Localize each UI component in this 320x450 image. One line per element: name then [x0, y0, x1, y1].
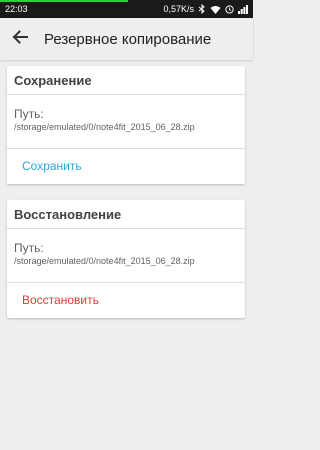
- backup-path-value: /storage/emulated/0/note4fit_2015_06_28.…: [14, 122, 195, 132]
- restore-card: Восстановление Путь: /storage/emulated/0…: [7, 200, 245, 318]
- status-time: 22:03: [5, 4, 28, 14]
- status-icons: 0,57K/s: [163, 4, 248, 14]
- arrow-back-icon: [12, 29, 28, 49]
- status-bar: 22:03 0,57K/s: [0, 0, 253, 18]
- app-bar: Резервное копирование: [0, 18, 253, 60]
- save-button[interactable]: Сохранить: [7, 149, 245, 182]
- bluetooth-icon: [198, 4, 206, 14]
- network-speed: 0,57K/s: [163, 4, 194, 14]
- page-title: Резервное копирование: [44, 30, 212, 48]
- progress-indicator: [0, 0, 128, 2]
- signal-icon: [238, 4, 248, 14]
- restore-path-value: /storage/emulated/0/note4fit_2015_06_28.…: [14, 256, 195, 266]
- wifi-icon: [210, 5, 221, 14]
- backup-card-title: Сохранение: [7, 66, 245, 95]
- back-button[interactable]: [2, 18, 38, 60]
- restore-button[interactable]: Восстановить: [7, 283, 245, 316]
- backup-card: Сохранение Путь: /storage/emulated/0/not…: [7, 66, 245, 184]
- backup-path-label: Путь:: [14, 107, 44, 121]
- backup-path-section: Путь: /storage/emulated/0/note4fit_2015_…: [7, 95, 245, 149]
- restore-path-label: Путь:: [14, 241, 44, 255]
- restore-path-section: Путь: /storage/emulated/0/note4fit_2015_…: [7, 229, 245, 283]
- restore-card-title: Восстановление: [7, 200, 245, 229]
- alarm-icon: [225, 4, 234, 14]
